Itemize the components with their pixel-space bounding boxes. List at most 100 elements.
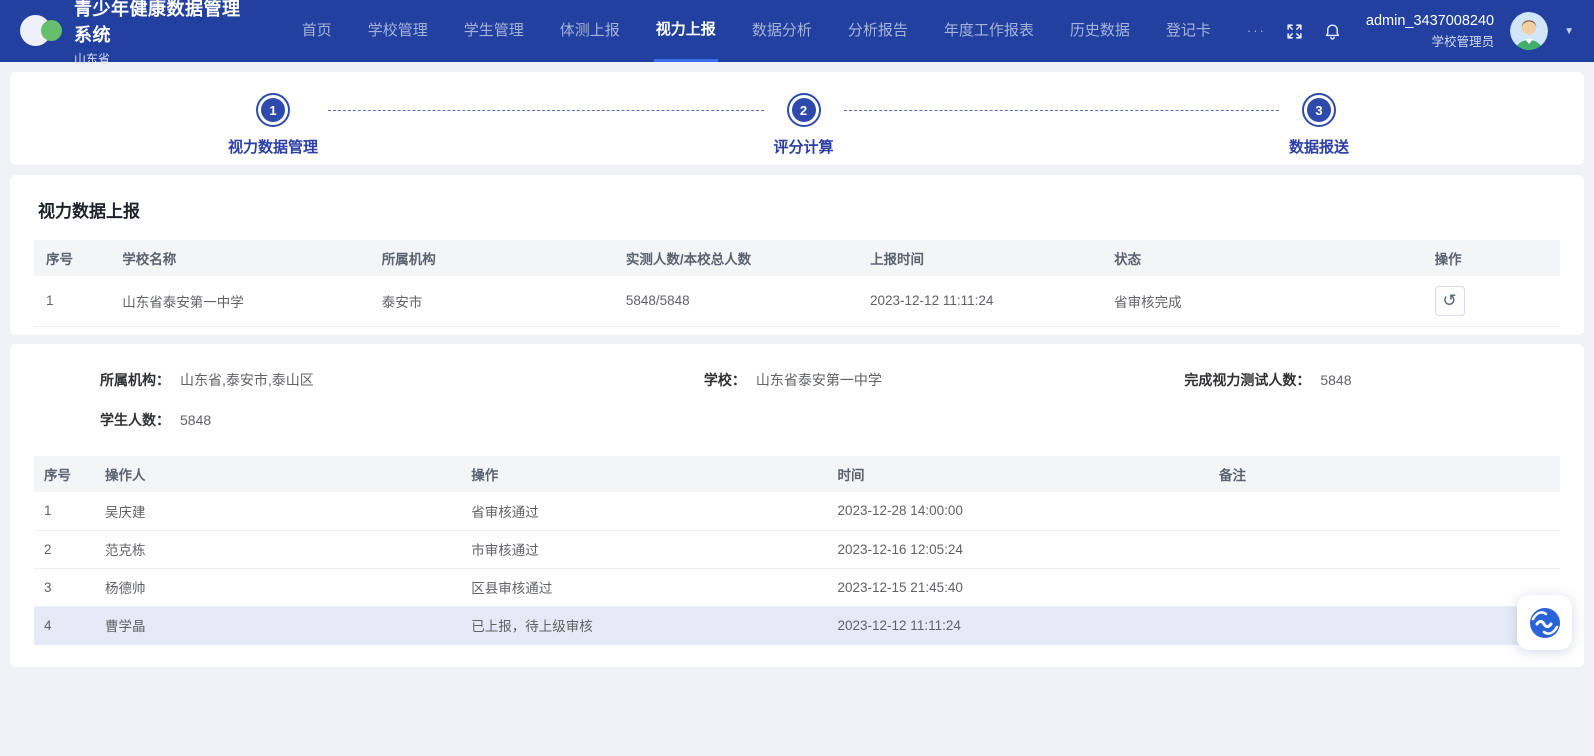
column-header: 操作人 <box>95 456 461 492</box>
column-header: 操作 <box>1423 240 1560 276</box>
column-header: 操作 <box>461 456 827 492</box>
cell-index: 1 <box>34 276 110 326</box>
field-value: 山东省泰安第一中学 <box>756 370 882 390</box>
cell-action: 市审核通过 <box>461 530 827 568</box>
column-header: 上报时间 <box>858 240 1102 276</box>
step-connector-line <box>844 110 1279 111</box>
cell-operator: 杨德帅 <box>95 568 461 606</box>
cell-index: 2 <box>34 530 95 568</box>
avatar[interactable] <box>1510 12 1548 50</box>
step-label: 视力数据管理 <box>228 136 318 157</box>
step-label: 数据报送 <box>1289 136 1349 157</box>
floating-assistant-button[interactable] <box>1517 595 1572 650</box>
nav-item-数据分析[interactable]: 数据分析 <box>750 0 814 62</box>
user-role: 学校管理员 <box>1366 31 1494 50</box>
cell-action: 已上报，待上级审核 <box>461 606 827 644</box>
step-connector-line <box>328 110 763 111</box>
step-1[interactable]: 1 视力数据管理 <box>228 93 318 157</box>
field-label: 学校： <box>676 370 746 390</box>
cell-org: 泰安市 <box>370 276 614 326</box>
nav-item-历史数据[interactable]: 历史数据 <box>1068 0 1132 62</box>
user-dropdown-caret-icon[interactable]: ▼ <box>1564 26 1574 37</box>
column-header: 学校名称 <box>110 240 369 276</box>
nav-item-学生管理[interactable]: 学生管理 <box>462 0 526 62</box>
cell-remark <box>1209 568 1560 606</box>
cell-remark <box>1209 530 1560 568</box>
report-table-head: 序号学校名称所属机构实测人数/本校总人数上报时间状态操作 <box>34 240 1560 276</box>
field-value: 山东省,泰安市,泰山区 <box>180 370 314 390</box>
cell-school: 山东省泰安第一中学 <box>110 276 369 326</box>
step-number: 1 <box>261 98 285 122</box>
navbar-right: admin_3437008240 学校管理员 ▼ <box>1284 12 1574 50</box>
page-title: 视力数据上报 <box>38 197 1560 222</box>
nav-item-登记卡[interactable]: 登记卡 <box>1164 0 1213 62</box>
column-header: 序号 <box>34 240 110 276</box>
stepper-card: 1 视力数据管理 2 评分计算 3 数据报送 <box>10 72 1584 165</box>
app-title: 青少年健康数据管理系统 <box>74 0 242 47</box>
step-number: 3 <box>1307 98 1331 122</box>
undo-button[interactable]: ↺ <box>1435 286 1465 316</box>
cell-time: 2023-12-28 14:00:00 <box>828 492 1210 530</box>
audit-log-table: 序号操作人操作时间备注 1吴庆建省审核通过2023-12-28 14:00:00… <box>34 456 1560 645</box>
user-info[interactable]: admin_3437008240 学校管理员 <box>1366 13 1494 50</box>
field-value: 5848 <box>180 412 211 428</box>
field-label: 学生人数： <box>40 410 170 430</box>
audit-table-row[interactable]: 2范克栋市审核通过2023-12-16 12:05:24 <box>34 530 1560 568</box>
nav-item-首页[interactable]: 首页 <box>300 0 334 62</box>
app-logo <box>14 11 66 51</box>
nav-item-视力上报[interactable]: 视力上报 <box>654 0 718 62</box>
top-navbar: 青少年健康数据管理系统 山东省 首页学校管理学生管理体测上报视力上报数据分析分析… <box>0 0 1594 62</box>
column-header: 状态 <box>1102 240 1422 276</box>
step-number: 2 <box>792 98 816 122</box>
notification-bell-icon[interactable] <box>1322 20 1344 42</box>
detail-field: 学生人数： 5848 <box>40 410 676 430</box>
cell-operator: 吴庆建 <box>95 492 461 530</box>
username: admin_3437008240 <box>1366 13 1494 29</box>
step-3[interactable]: 3 数据报送 <box>1289 93 1349 157</box>
step-circle-3: 3 <box>1302 93 1336 127</box>
cell-status: 省审核完成 <box>1102 276 1422 326</box>
report-card: 视力数据上报 序号学校名称所属机构实测人数/本校总人数上报时间状态操作 1山东省… <box>10 175 1584 335</box>
report-table-body: 1山东省泰安第一中学泰安市5848/58482023-12-12 11:11:2… <box>34 276 1560 326</box>
nav-item-分析报告[interactable]: 分析报告 <box>846 0 910 62</box>
field-label: 所属机构： <box>40 370 170 390</box>
logo-circle-green <box>41 20 62 41</box>
detail-field: 所属机构： 山东省,泰安市,泰山区 <box>40 370 676 390</box>
cell-index: 3 <box>34 568 95 606</box>
nav-item-体测上报[interactable]: 体测上报 <box>558 0 622 62</box>
step-circle-1: 1 <box>256 93 290 127</box>
cell-operator: 曹学晶 <box>95 606 461 644</box>
step-circle-2: 2 <box>787 93 821 127</box>
cell-action: 省审核通过 <box>461 492 827 530</box>
app-subtitle: 山东省 <box>74 50 242 67</box>
step-2[interactable]: 2 评分计算 <box>774 93 834 157</box>
nav-item-more[interactable]: ··· <box>1245 0 1268 62</box>
cell-index: 1 <box>34 492 95 530</box>
cell-time: 2023-12-15 21:45:40 <box>828 568 1210 606</box>
column-header: 所属机构 <box>370 240 614 276</box>
audit-table-row[interactable]: 3杨德帅区县审核通过2023-12-15 21:45:40 <box>34 568 1560 606</box>
field-value: 5848 <box>1320 372 1351 388</box>
cell-remark <box>1209 492 1560 530</box>
nav-item-年度工作报表[interactable]: 年度工作报表 <box>942 0 1036 62</box>
detail-field: 学校： 山东省泰安第一中学 <box>676 370 1160 390</box>
cell-operator: 范克栋 <box>95 530 461 568</box>
report-table: 序号学校名称所属机构实测人数/本校总人数上报时间状态操作 1山东省泰安第一中学泰… <box>34 240 1560 327</box>
brand-block: 青少年健康数据管理系统 山东省 <box>74 0 242 67</box>
cell-time: 2023-12-16 12:05:24 <box>828 530 1210 568</box>
detail-field: 完成视力测试人数：5848 <box>1160 370 1554 390</box>
cell-remark <box>1209 606 1560 644</box>
column-header: 备注 <box>1209 456 1560 492</box>
main-nav: 首页学校管理学生管理体测上报视力上报数据分析分析报告年度工作报表历史数据登记卡 ·… <box>284 0 1284 62</box>
nav-item-学校管理[interactable]: 学校管理 <box>366 0 430 62</box>
cell-time: 2023-12-12 11:11:24 <box>828 606 1210 644</box>
assistant-logo-icon <box>1527 605 1563 641</box>
report-table-row: 1山东省泰安第一中学泰安市5848/58482023-12-12 11:11:2… <box>34 276 1560 326</box>
step-label: 评分计算 <box>774 136 834 157</box>
fullscreen-icon[interactable] <box>1284 20 1306 42</box>
cell-action: 区县审核通过 <box>461 568 827 606</box>
audit-table-body: 1吴庆建省审核通过2023-12-28 14:00:002范克栋市审核通过202… <box>34 492 1560 644</box>
audit-table-head: 序号操作人操作时间备注 <box>34 456 1560 492</box>
audit-table-row[interactable]: 4曹学晶已上报，待上级审核2023-12-12 11:11:24 <box>34 606 1560 644</box>
audit-table-row[interactable]: 1吴庆建省审核通过2023-12-28 14:00:00 <box>34 492 1560 530</box>
